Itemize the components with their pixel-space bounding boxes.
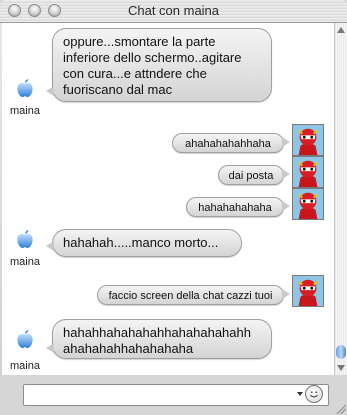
- title-bar[interactable]: Chat con maina: [0, 0, 347, 23]
- sender-name: maina: [10, 105, 40, 117]
- chat-transcript[interactable]: oppure...smontare la parte inferiore del…: [2, 23, 335, 375]
- outgoing-message: dai posta: [218, 165, 290, 185]
- message-text: hahahhahahahahhahahahahahh ahahahahhahah…: [63, 325, 251, 356]
- chat-window: Chat con maina oppure...smontare la part…: [0, 0, 347, 415]
- incoming-message: hahahah.....manco morto...: [46, 229, 242, 257]
- message-text: hahahah.....manco morto...: [63, 235, 219, 250]
- message-text: oppure...smontare la parte inferiore del…: [63, 34, 242, 97]
- window-title: Chat con maina: [127, 3, 220, 18]
- superhero-avatar-icon: [292, 275, 324, 307]
- scroll-down-icon[interactable]: [337, 365, 345, 371]
- chevron-down-icon[interactable]: [297, 392, 303, 396]
- incoming-message: hahahhahahahahhahahahahahh ahahahahhahah…: [46, 319, 272, 359]
- message-text: ahahahahahhaha: [185, 138, 271, 150]
- message-input[interactable]: [23, 384, 329, 406]
- outgoing-message: faccio screen della chat cazzi tuoi: [97, 285, 290, 305]
- superhero-avatar-icon: [292, 124, 324, 156]
- superhero-avatar-icon: [292, 188, 324, 220]
- scroll-up-icon[interactable]: [337, 27, 345, 33]
- scroll-thumb[interactable]: [336, 345, 346, 359]
- message-text: hahahahahaha: [198, 202, 272, 214]
- outgoing-message: ahahahahahhaha: [172, 133, 290, 153]
- input-bar: [0, 375, 347, 415]
- apple-logo-icon: [17, 229, 33, 249]
- apple-logo-icon: [17, 329, 33, 349]
- outgoing-message: hahahahahaha: [186, 197, 290, 217]
- smiley-icon[interactable]: [305, 385, 323, 403]
- incoming-message: oppure...smontare la parte inferiore del…: [46, 28, 272, 102]
- message-text: faccio screen della chat cazzi tuoi: [108, 290, 273, 302]
- sender-name: maina: [10, 360, 40, 372]
- message-text: dai posta: [228, 170, 274, 182]
- apple-logo-icon: [17, 78, 33, 98]
- superhero-avatar-icon: [292, 156, 324, 188]
- vertical-scrollbar[interactable]: [334, 23, 347, 375]
- sender-name: maina: [10, 256, 40, 268]
- resize-grip-icon[interactable]: [336, 404, 346, 414]
